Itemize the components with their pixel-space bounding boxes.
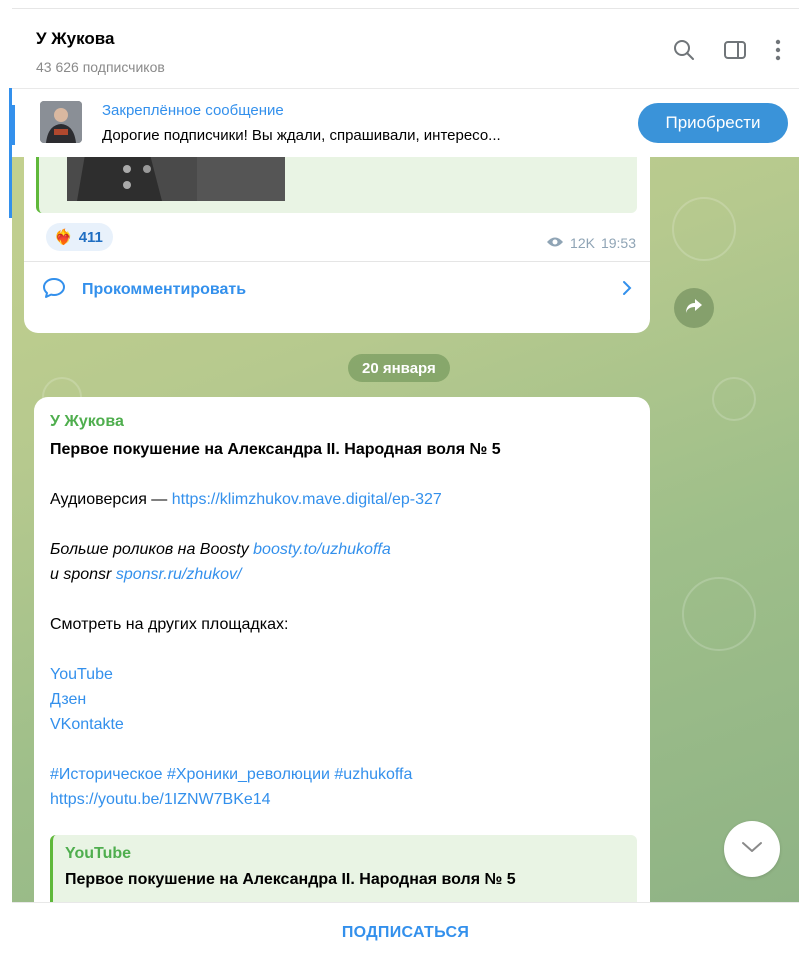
platform-link-youtube[interactable]: YouTube [50,662,640,687]
comment-icon [42,277,66,304]
message-time: 19:53 [600,235,636,251]
sponsr-link[interactable]: sponsr.ru/zhukov/ [116,566,242,583]
pinned-accent [12,105,15,145]
chat-header: У Жукова 43 626 подписчиков [12,8,799,89]
chevron-right-icon [622,280,632,301]
sidebar-toggle-icon[interactable] [723,40,747,60]
date-separator: 20 января [348,354,450,382]
platforms-heading: Смотреть на других площадках: [50,616,289,633]
share-arrow-icon [685,298,703,319]
pinned-text: Дорогие подписчики! Вы ждали, спрашивали… [102,127,501,144]
platform-link-dzen[interactable]: Дзен [50,687,640,712]
message-text: Первое покушение на Александра II. Народ… [50,437,640,812]
pinned-message-bar[interactable]: Закреплённое сообщение Дорогие подписчик… [12,88,799,158]
chat-footer: ПОДПИСАТЬСЯ [12,902,799,962]
hashtags[interactable]: #Историческое #Хроники_революции #uzhuko… [50,762,640,787]
preview-site-name: YouTube [65,845,132,862]
pinned-title: Закреплённое сообщение [102,102,284,119]
fire-heart-icon: ❤️‍🔥 [54,229,73,246]
message-author[interactable]: У Жукова [50,413,124,431]
message-bubble[interactable]: ❤️‍🔥 411 12K 19:53 Прокомментировать [24,157,650,333]
header-actions [673,39,781,61]
chat-list-edge [0,88,12,228]
chevron-down-icon [741,840,763,858]
background-pattern [682,577,756,651]
divider [24,261,650,262]
video-link[interactable]: https://youtu.be/1IZNW7BKe14 [50,787,640,812]
eye-icon [546,235,564,251]
buy-button[interactable]: Приобрести [638,103,788,143]
audio-label: Аудиоверсия — [50,491,172,508]
pinned-thumbnail [40,101,82,143]
forwarded-photo-block [36,157,637,213]
forward-button[interactable] [674,288,714,328]
message-bubble[interactable]: У Жукова Первое покушение на Александра … [34,397,650,902]
channel-title[interactable]: У Жукова [36,29,114,49]
audio-link[interactable]: https://klimzhukov.mave.digital/ep-327 [172,491,442,508]
subscribe-button[interactable]: ПОДПИСАТЬСЯ [342,924,469,942]
background-pattern [672,197,736,261]
comment-label: Прокомментировать [82,281,247,298]
subscriber-count: 43 626 подписчиков [36,59,165,75]
reaction-chip[interactable]: ❤️‍🔥 411 [46,223,113,251]
scroll-to-bottom-button[interactable] [724,821,780,877]
boosty-label: Больше роликов на Boosty [50,541,254,558]
reaction-count: 411 [78,228,103,246]
background-pattern [712,377,756,421]
preview-title: Первое покушение на Александра II. Народ… [65,871,516,888]
boosty-link[interactable]: boosty.to/uzhukoffa [253,541,391,558]
search-icon[interactable] [673,39,695,61]
message-list[interactable]: ❤️‍🔥 411 12K 19:53 Прокомментировать 20 … [12,157,799,902]
view-count: 12K [570,235,595,251]
message-photo[interactable] [67,157,285,201]
more-vertical-icon[interactable] [775,39,781,61]
platform-link-vkontakte[interactable]: VKontakte [50,712,640,737]
message-title: Первое покушение на Александра II. Народ… [50,441,501,458]
message-meta: 12K 19:53 [546,235,636,251]
comment-button[interactable]: Прокомментировать [42,275,632,305]
sponsr-label: и sponsr [50,566,116,583]
link-preview[interactable]: YouTube Первое покушение на Александра I… [50,835,637,902]
